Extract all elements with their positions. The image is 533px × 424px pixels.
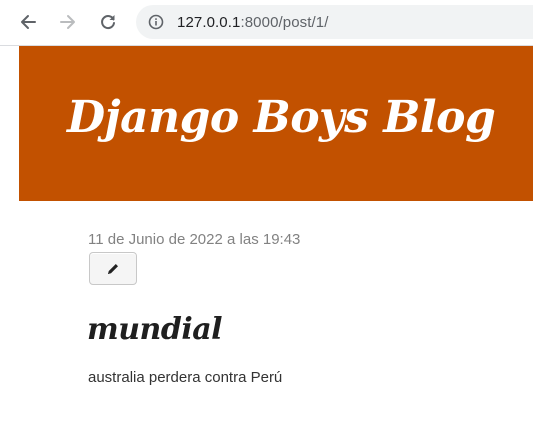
address-bar[interactable]: 127.0.0.1:8000/post/1/ bbox=[136, 5, 533, 39]
back-arrow-icon bbox=[21, 15, 36, 29]
site-title[interactable]: Django Boys Blog bbox=[67, 92, 496, 143]
post-title[interactable]: mundial bbox=[87, 312, 223, 347]
pencil-icon bbox=[108, 263, 118, 274]
forward-button[interactable] bbox=[56, 10, 80, 34]
post-body: australia perdera contra Perú bbox=[88, 369, 283, 386]
url-path: :8000/post/1/ bbox=[240, 13, 329, 31]
url-host: 127.0.0.1 bbox=[177, 13, 241, 31]
site-header-banner: Django Boys Blog bbox=[19, 46, 533, 201]
info-icon[interactable] bbox=[148, 14, 164, 30]
back-button[interactable] bbox=[16, 10, 40, 34]
forward-arrow-icon bbox=[60, 15, 75, 29]
reload-button[interactable] bbox=[96, 10, 120, 34]
browser-toolbar: 127.0.0.1:8000/post/1/ bbox=[0, 0, 533, 46]
address-url[interactable]: 127.0.0.1:8000/post/1/ bbox=[177, 14, 329, 31]
post-date: 11 de Junio de 2022 a las 19:43 bbox=[88, 231, 301, 248]
reload-icon bbox=[101, 15, 115, 30]
edit-post-button[interactable] bbox=[89, 252, 137, 285]
